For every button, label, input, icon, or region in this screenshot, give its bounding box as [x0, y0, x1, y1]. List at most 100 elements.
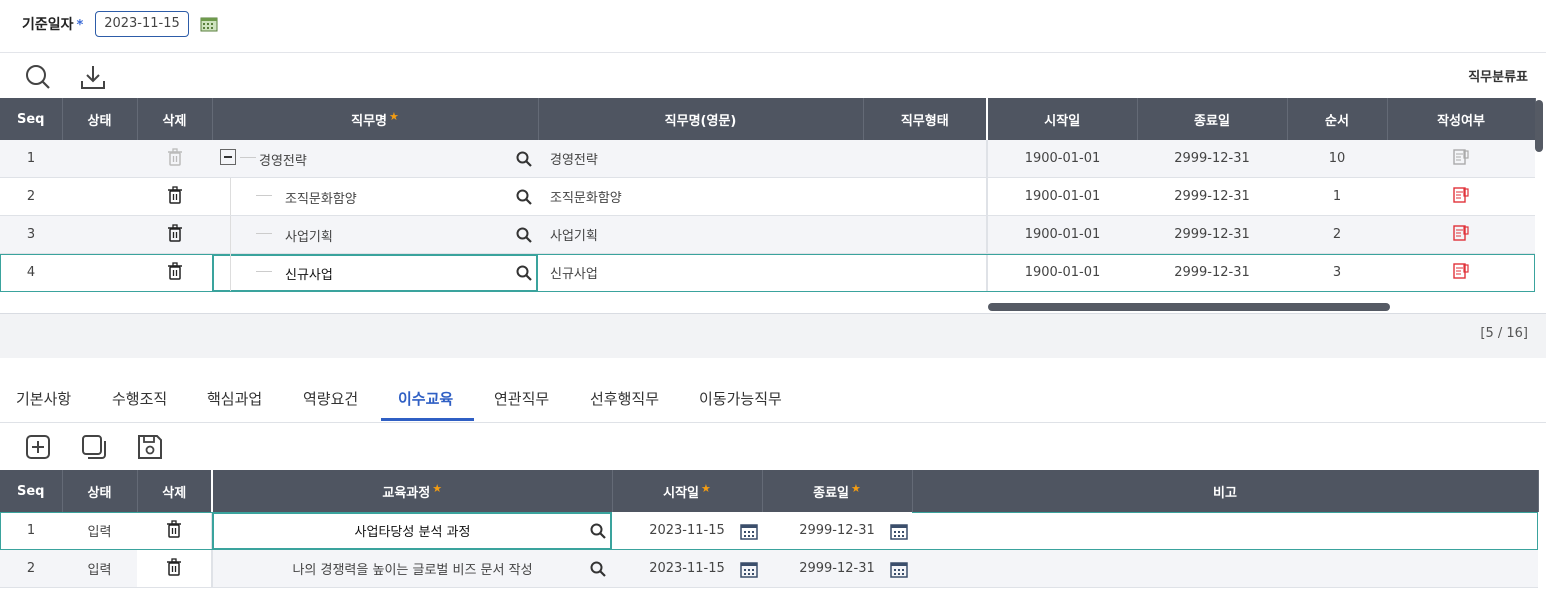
end-cell: 2999-12-31 — [1137, 177, 1287, 216]
delete-cell[interactable] — [137, 253, 212, 292]
horizontal-scrollbar[interactable] — [988, 303, 1390, 311]
trash-icon[interactable] — [167, 185, 183, 204]
delete-cell[interactable] — [137, 215, 212, 254]
job-name-en-cell: 경영전략 — [538, 140, 863, 178]
col-status[interactable]: 상태 — [62, 98, 138, 140]
tab-competency[interactable]: 역량요건 — [303, 388, 358, 409]
job-name-cell[interactable]: 조직문화함양 — [212, 177, 538, 216]
edit-doc-icon[interactable] — [1452, 262, 1470, 280]
col-seq[interactable]: Seq — [0, 470, 63, 512]
col-status[interactable]: 상태 — [62, 470, 138, 512]
col-written[interactable]: 작성여부 — [1387, 98, 1536, 140]
calendar-icon[interactable] — [740, 523, 758, 540]
tab-sequence-job[interactable]: 선후행직무 — [590, 388, 659, 409]
delete-cell[interactable] — [137, 140, 212, 178]
job-name-cell[interactable]: 신규사업 — [212, 253, 538, 292]
collapse-icon[interactable] — [220, 149, 236, 165]
trash-icon[interactable] — [167, 147, 183, 166]
col-note[interactable]: 비고 — [912, 470, 1539, 512]
tab-related-job[interactable]: 연관직무 — [494, 388, 549, 409]
download-icon[interactable] — [79, 63, 107, 95]
date-label: 기준일자 * — [22, 17, 84, 33]
course-cell[interactable]: 나의 경쟁력을 높이는 글로벌 비즈 문서 작성 — [212, 549, 612, 588]
search-icon[interactable] — [590, 523, 606, 539]
status-cell — [62, 177, 137, 216]
tab-basic[interactable]: 기본사항 — [16, 388, 71, 409]
col-end[interactable]: 종료일 ★ — [762, 470, 913, 512]
add-icon[interactable] — [24, 433, 52, 465]
end-cell[interactable]: 2999-12-31 — [762, 549, 912, 588]
edit-doc-icon[interactable] — [1452, 186, 1470, 204]
col-delete[interactable]: 삭제 — [137, 470, 213, 512]
trash-icon[interactable] — [167, 261, 183, 280]
calendar-icon[interactable] — [740, 561, 758, 578]
filter-bar — [0, 0, 1546, 53]
calendar-icon[interactable] — [890, 523, 908, 540]
tab-org[interactable]: 수행조직 — [112, 388, 167, 409]
status-cell — [62, 215, 137, 254]
edit-doc-icon[interactable] — [1452, 224, 1470, 242]
seq-cell: 1 — [0, 140, 62, 178]
save-icon[interactable] — [136, 433, 164, 465]
tab-bar: 기본사항 수행조직 핵심과업 역량요건 이수교육 연관직무 선후행직무 이동가능… — [0, 378, 1546, 423]
table-row[interactable]: 2 입력 나의 경쟁력을 높이는 글로벌 비즈 문서 작성 2023-11-15… — [0, 549, 1538, 588]
vertical-scrollbar[interactable] — [1535, 100, 1543, 152]
delete-cell[interactable] — [137, 512, 213, 550]
table-row[interactable]: 4 신규사업 신규사업 1900-01-01 2999-12-31 3 — [0, 253, 1535, 292]
note-cell[interactable] — [912, 512, 1538, 550]
status-cell — [62, 253, 137, 292]
job-name-cell[interactable]: 경영전략 — [212, 140, 538, 178]
job-name-cell[interactable]: 사업기획 — [212, 215, 538, 254]
job-name-en-cell: 신규사업 — [538, 253, 863, 292]
start-cell: 1900-01-01 — [987, 177, 1137, 216]
tab-education[interactable]: 이수교육 — [398, 388, 453, 409]
trash-icon[interactable] — [166, 519, 182, 538]
written-cell[interactable] — [1387, 215, 1535, 254]
end-cell: 2999-12-31 — [1137, 253, 1287, 292]
col-course[interactable]: 교육과정 ★ — [212, 470, 613, 512]
col-delete[interactable]: 삭제 — [137, 98, 213, 140]
table-row[interactable]: 2 조직문화함양 조직문화함양 1900-01-01 2999-12-31 1 — [0, 177, 1535, 216]
calendar-icon[interactable] — [890, 561, 908, 578]
col-order[interactable]: 순서 — [1287, 98, 1388, 140]
search-icon[interactable] — [516, 189, 532, 205]
start-cell[interactable]: 2023-11-15 — [612, 549, 762, 588]
active-tab-indicator — [381, 418, 474, 421]
col-seq[interactable]: Seq — [0, 98, 63, 140]
col-job-name[interactable]: 직무명 ★ — [212, 98, 539, 140]
end-cell[interactable]: 2999-12-31 — [762, 512, 912, 550]
note-cell[interactable] — [912, 549, 1538, 588]
search-icon[interactable] — [516, 265, 532, 281]
trash-icon[interactable] — [167, 223, 183, 242]
date-input[interactable]: 2023-11-15 — [95, 11, 189, 37]
table-row[interactable]: 3 사업기획 사업기획 1900-01-01 2999-12-31 2 — [0, 215, 1535, 254]
delete-cell[interactable] — [137, 177, 212, 216]
job-name-en-cell: 사업기획 — [538, 215, 863, 254]
col-end[interactable]: 종료일 — [1137, 98, 1288, 140]
table-row[interactable]: 1 경영전략 경영전략 1900-01-01 2999-12-31 10 — [0, 140, 1535, 178]
seq-cell: 2 — [0, 549, 62, 588]
col-start[interactable]: 시작일 ★ — [612, 470, 763, 512]
edit-doc-icon[interactable] — [1452, 148, 1470, 166]
search-icon[interactable] — [516, 151, 532, 167]
calendar-icon[interactable] — [200, 16, 218, 36]
col-job-type[interactable]: 직무형태 — [863, 98, 988, 140]
table-row[interactable]: 1 입력 사업타당성 분석 과정 2023-11-15 2999-12-31 — [0, 512, 1538, 550]
delete-cell[interactable] — [137, 549, 213, 588]
col-start[interactable]: 시작일 — [987, 98, 1138, 140]
start-cell[interactable]: 2023-11-15 — [612, 512, 762, 550]
written-cell[interactable] — [1387, 140, 1535, 178]
written-cell[interactable] — [1387, 177, 1535, 216]
tab-core-task[interactable]: 핵심과업 — [207, 388, 262, 409]
search-icon[interactable] — [24, 63, 52, 95]
search-icon[interactable] — [516, 227, 532, 243]
copy-icon[interactable] — [80, 433, 108, 465]
tab-movable-job[interactable]: 이동가능직무 — [699, 388, 782, 409]
col-job-name-en[interactable]: 직무명(영문) — [538, 98, 864, 140]
required-star-icon: ★ — [701, 481, 711, 495]
search-icon[interactable] — [590, 561, 606, 577]
trash-icon[interactable] — [166, 557, 182, 576]
start-cell: 1900-01-01 — [987, 140, 1137, 178]
written-cell[interactable] — [1387, 253, 1535, 292]
course-cell[interactable]: 사업타당성 분석 과정 — [212, 512, 612, 550]
